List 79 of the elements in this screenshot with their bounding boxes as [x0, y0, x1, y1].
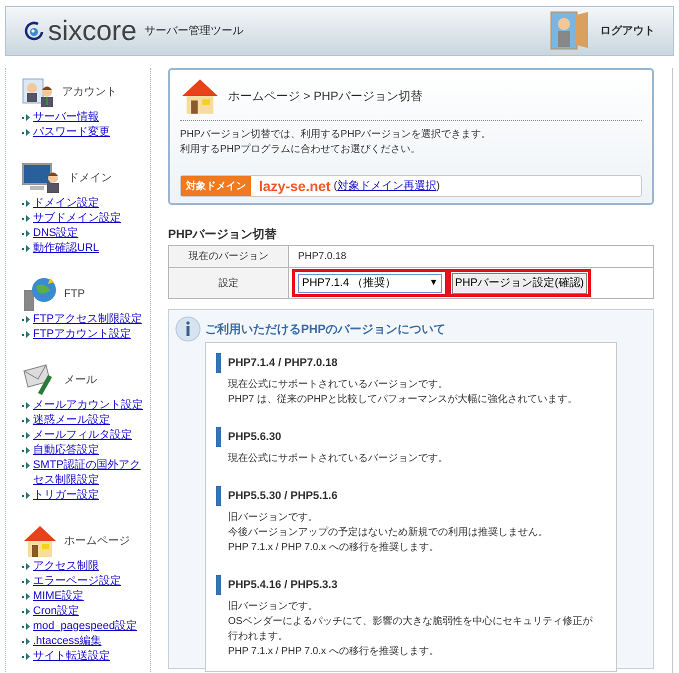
sidebar-link[interactable]: FTPアクセス制限設定 [33, 312, 142, 327]
house-icon [22, 523, 58, 559]
table-label-cell: 現在のバージョン [169, 246, 289, 267]
version-heading: PHP7.1.4 / PHP7.0.18 [216, 353, 606, 373]
logout-link[interactable]: ログアウト [600, 22, 655, 40]
sidebar-link[interactable]: エラーページ設定 [33, 574, 121, 589]
arrow-bullet-icon [22, 114, 31, 121]
arrow-bullet-icon [22, 608, 31, 615]
sidebar-link[interactable]: ドメイン設定 [33, 196, 99, 211]
sidebar-link[interactable]: SMTP認証の国外アクセス制限設定 [33, 458, 150, 488]
section-title: アカウント [62, 84, 117, 100]
sidebar-link[interactable]: サブドメイン設定 [33, 211, 121, 226]
domain-reselect-link[interactable]: 対象ドメイン再選択 [337, 178, 436, 194]
version-heading: PHP5.5.30 / PHP5.1.6 [216, 486, 606, 506]
arrow-bullet-icon [22, 316, 31, 323]
arrow-bullet-icon [22, 638, 31, 645]
version-heading: PHP5.6.30 [216, 427, 606, 447]
arrow-bullet-icon [22, 578, 31, 585]
arrow-bullet-icon [22, 593, 31, 600]
arrow-bullet-icon [22, 432, 31, 439]
arrow-bullet-icon [22, 417, 31, 424]
section-title: FTP [64, 286, 85, 302]
sidebar-link[interactable]: FTPアカウント設定 [33, 327, 131, 342]
version-description: 旧バージョンです。 今後バージョンアップの予定はないため新規での利用は推奨しません。 PHP 7.1.x / PHP 7.0.x への移行を推奨します。 [228, 510, 549, 555]
sidebar-link[interactable]: メールアカウント設定 [33, 398, 143, 413]
sidebar-link[interactable]: MIME設定 [33, 589, 84, 604]
confirm-button[interactable]: PHPバージョン設定(確認) [452, 272, 587, 294]
arrow-bullet-icon [22, 563, 31, 570]
table-cell-text: PHP7.0.18 [297, 250, 346, 264]
sidebar-link[interactable]: DNS設定 [33, 226, 78, 241]
arrow-bullet-icon [22, 331, 31, 338]
arrow-bullet-icon [22, 200, 31, 207]
arrow-bullet-icon [22, 402, 31, 409]
section-heading: PHPバージョン切替 [168, 226, 278, 243]
sidebar-link[interactable]: アクセス制限 [33, 559, 99, 574]
table-label-cell: 設定 [169, 268, 289, 298]
sidebar-link[interactable]: サイト転送設定 [33, 649, 110, 664]
sidebar-link[interactable]: サーバー情報 [33, 110, 99, 125]
info-icon [175, 316, 201, 342]
sidebar-link[interactable]: .htaccess編集 [33, 634, 102, 649]
sidebar-link[interactable]: トリガー設定 [33, 488, 99, 503]
arrow-bullet-icon [22, 653, 31, 660]
server-globe-icon [22, 276, 58, 312]
sidebar-link[interactable]: mod_pagespeed設定 [33, 619, 137, 634]
breadcrumb: ホームページ > PHPバージョン切替 [228, 88, 422, 105]
version-description: 現在公式にサポートされているバージョンです。 [228, 452, 449, 466]
paren-text: ( [334, 178, 338, 194]
arrow-bullet-icon [22, 623, 31, 630]
section-title: ドメイン [68, 170, 112, 186]
sidebar-link[interactable]: 自動応答設定 [33, 443, 99, 458]
section-title: ホームページ [64, 534, 130, 549]
sidebar-link[interactable]: 動作確認URL [33, 241, 100, 256]
arrow-bullet-icon [22, 129, 31, 136]
paren-text: ) [436, 178, 440, 194]
app-subtitle: サーバー管理ツール [144, 24, 244, 39]
version-select[interactable]: PHP7.1.4 （推奨） ▼ [298, 274, 442, 292]
section-title: メール [64, 372, 97, 388]
monitor-person-icon [22, 162, 62, 194]
version-description: 旧バージョンです。 OSベンダーによるパッチにて、影響の大きな脆弱性を中心にセキュリティ修正が行われます。 PHP 7.1.x / PHP 7.0.x への移行を推奨します。 [228, 600, 594, 659]
domain-name: lazy-se.net [259, 176, 331, 196]
arrow-bullet-icon [22, 215, 31, 222]
arrow-bullet-icon [22, 245, 31, 252]
person-icon [22, 77, 56, 107]
door-person-icon[interactable] [550, 11, 590, 51]
arrow-bullet-icon [22, 492, 31, 499]
sidebar-link[interactable]: メールフィルタ設定 [33, 428, 132, 443]
sidebar-link[interactable]: パスワード変更 [33, 125, 110, 140]
arrow-bullet-icon [22, 230, 31, 237]
logo-text: sixcore [48, 17, 137, 45]
version-description: 現在公式にサポートされているバージョンです。 PHP7 は、従来のPHPと比較してパフォーマンスが大幅に強化されています。 [228, 378, 578, 407]
page-description: PHPバージョン切替では、利用するPHPバージョンを選択できます。 利用するPHPプログラムに合わせてお選びください。 [180, 128, 492, 157]
sidebar-link[interactable]: 迷惑メール設定 [33, 413, 110, 428]
logo-swirl-icon [24, 21, 44, 41]
sidebar-link[interactable]: Cron設定 [33, 604, 79, 619]
version-heading: PHP5.4.16 / PHP5.3.3 [216, 575, 606, 595]
info-title: ご利用いただけるPHPのバージョンについて [205, 321, 446, 338]
arrow-bullet-icon [22, 462, 31, 469]
arrow-bullet-icon [22, 447, 31, 454]
domain-label: 対象ドメイン [181, 176, 251, 196]
